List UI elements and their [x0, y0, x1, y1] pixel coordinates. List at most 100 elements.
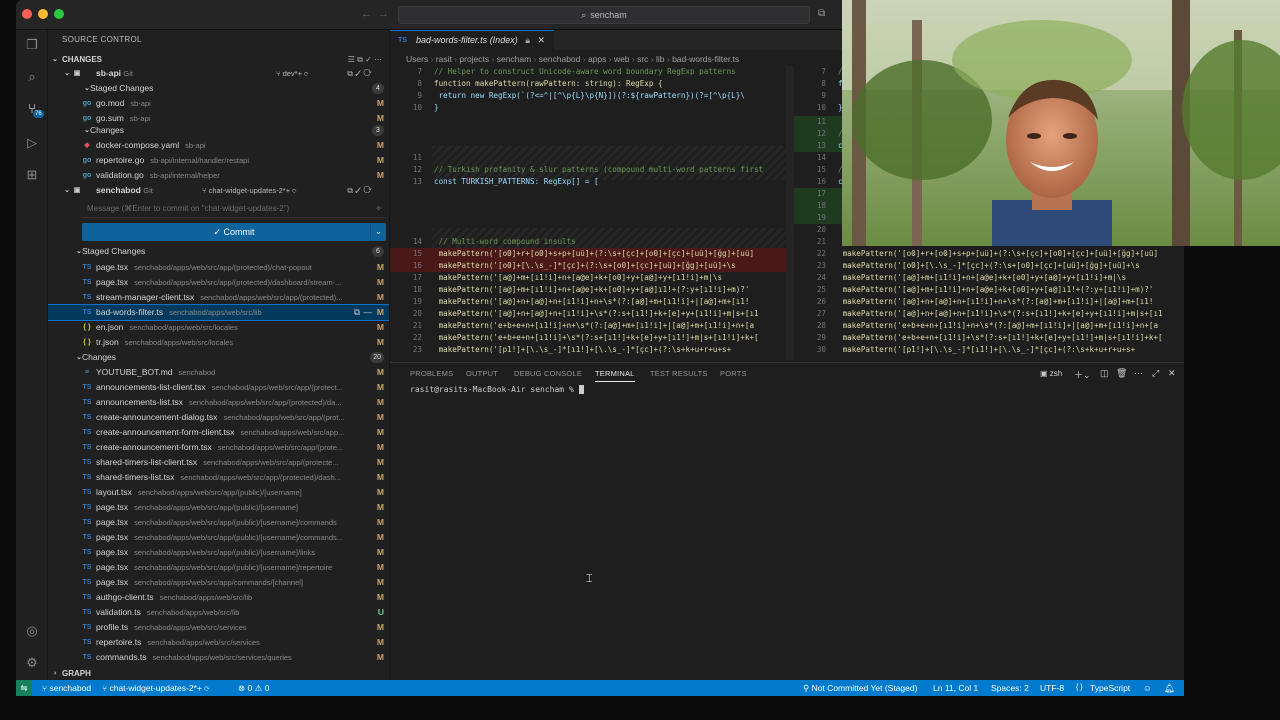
file-row[interactable]: TS bad-words-filter.ts senchabod/apps/web… [48, 304, 389, 321]
tab-output[interactable]: OUTPUT [466, 369, 498, 378]
sync-icon[interactable]: ⟳ [204, 683, 209, 693]
breadcrumb-item[interactable]: Users [406, 54, 428, 64]
more-icon[interactable]: ⋯ [1134, 368, 1143, 379]
changes-section-header[interactable]: ⌄ CHANGES ☰ ⧉ ✓ ⋯ [48, 52, 389, 67]
file-row[interactable]: TS profile.ts senchabod/apps/web/src/serv… [48, 620, 389, 635]
git-blame[interactable]: ⚲ Not Committed Yet (Staged) [803, 680, 917, 696]
unstage-icon[interactable]: — [364, 305, 373, 320]
breadcrumb-item[interactable]: apps [588, 54, 606, 64]
section-header[interactable]: ⌄ Staged Changes 4 [48, 81, 389, 96]
extensions-icon[interactable]: ⊞ [23, 166, 41, 184]
forward-arrow-icon[interactable]: → [378, 8, 389, 20]
minimize-window-button[interactable] [38, 9, 48, 19]
close-panel-icon[interactable]: ✕ [1168, 368, 1176, 379]
file-row[interactable]: TS repertoire.ts senchabod/apps/web/src/s… [48, 635, 389, 650]
file-row[interactable]: TS stream-manager-client.tsx senchabod/ap… [48, 290, 389, 305]
tab-bad-words-filter[interactable]: TS bad-words-filter.ts (Index) 🔒︎ ✕ [390, 30, 554, 50]
settings-gear-icon[interactable]: ⚙ [23, 654, 41, 672]
breadcrumb-item[interactable]: rasit [436, 54, 452, 64]
tab-terminal[interactable]: TERMINAL [595, 369, 635, 382]
breadcrumb-item[interactable]: lib [656, 54, 665, 64]
file-row[interactable]: TS announcements-list.tsx senchabod/apps/… [48, 395, 389, 410]
section-header[interactable]: ⌄ Staged Changes 6 [48, 244, 389, 259]
file-row[interactable]: TS announcements-list-client.tsx senchabo… [48, 380, 389, 395]
tab-test-results[interactable]: TEST RESULTS [650, 369, 708, 378]
repo-branch[interactable]: ⑂ dev*+ ⟳ [276, 66, 309, 81]
file-row[interactable]: TS page.tsx senchabod/apps/web/src/app/(p… [48, 500, 389, 515]
command-center-search[interactable]: ⌕ sencham [398, 6, 810, 24]
encoding[interactable]: UTF-8 [1040, 680, 1064, 696]
file-row[interactable]: TS validation.ts senchabod/apps/web/src/l… [48, 605, 389, 620]
maximize-window-button[interactable] [54, 9, 64, 19]
account-icon[interactable]: ◎ [23, 622, 41, 640]
language-mode[interactable]: TypeScript [1090, 680, 1130, 696]
braces-icon[interactable]: { } [1076, 680, 1083, 696]
new-terminal-icon[interactable]: ＋⌄ [1074, 368, 1091, 381]
open-file-icon[interactable]: ⧉ [354, 305, 360, 320]
problems-indicator[interactable]: ⊗ 0 ⚠ 0 [238, 680, 269, 696]
breadcrumb-item[interactable]: src [637, 54, 648, 64]
file-row[interactable]: TS commands.ts senchabod/apps/web/src/ser… [48, 650, 389, 665]
breadcrumb-item[interactable]: projects [459, 54, 489, 64]
run-debug-icon[interactable]: ▷ [23, 134, 41, 152]
search-icon[interactable]: ⌕ [23, 68, 41, 86]
breadcrumb-item[interactable]: senchabod [539, 54, 581, 64]
file-row[interactable]: ◆ docker-compose.yaml sb-api M [48, 138, 389, 153]
file-row[interactable]: go repertoire.go sb-api/internal/handler/… [48, 153, 389, 168]
sparkle-icon[interactable]: ✧ [375, 200, 382, 218]
maximize-panel-icon[interactable]: ⤢ [1152, 368, 1159, 379]
close-window-button[interactable] [22, 9, 32, 19]
file-row[interactable]: TS authgo-client.ts senchabod/apps/web/sr… [48, 590, 389, 605]
tab-ports[interactable]: PORTS [720, 369, 747, 378]
repo-row-senchabod[interactable]: ⌄ ▣ senchabod Git ⑂ chat-widget-updates-… [48, 183, 389, 198]
breadcrumb-item[interactable]: sencham [497, 54, 532, 64]
file-row[interactable]: TS create-announcement-form-client.tsx se… [48, 425, 389, 440]
copilot-status-icon[interactable]: ☺ [1143, 680, 1152, 696]
back-arrow-icon[interactable]: ← [361, 8, 372, 20]
explorer-icon[interactable]: ❐ [23, 36, 41, 54]
toolbar-icons[interactable]: ☰ ⧉ ✓ ⋯ [348, 52, 382, 67]
commit-dropdown-chevron-icon[interactable]: ⌄ [370, 223, 386, 241]
file-row[interactable]: go validation.go sb-api/internal/helper M [48, 168, 389, 183]
file-row[interactable]: TS page.tsx senchabod/apps/web/src/app/(p… [48, 530, 389, 545]
file-row[interactable]: TS page.tsx senchabod/apps/web/src/app/(p… [48, 260, 389, 275]
repo-actions-icons[interactable]: ⧉ ✓ ⟳ [347, 66, 372, 81]
breadcrumb-item[interactable]: bad-words-filter.ts [672, 54, 739, 64]
tab-debug-console[interactable]: DEBUG CONSOLE [514, 369, 582, 378]
trash-icon[interactable]: 🗑︎ [1116, 368, 1127, 379]
file-row[interactable]: TS create-announcement-form.tsx senchabod… [48, 440, 389, 455]
file-row[interactable]: TS page.tsx senchabod/apps/web/src/app/(p… [48, 560, 389, 575]
source-control-icon[interactable]: ⑂ 76 [23, 100, 44, 118]
file-row[interactable]: TS layout.tsx senchabod/apps/web/src/app/… [48, 485, 389, 500]
copilot-icon[interactable]: ⧉ [818, 8, 825, 19]
cursor-position[interactable]: Ln 11, Col 1 [933, 680, 978, 696]
file-row[interactable]: TS shared-timers-list.tsx senchabod/apps/… [48, 470, 389, 485]
section-header[interactable]: ⌄ Changes 20 [48, 350, 389, 365]
file-row[interactable]: TS page.tsx senchabod/apps/web/src/app/co… [48, 575, 389, 590]
terminal-output[interactable]: rasit@rasits-MacBook-Air sencham % [410, 385, 584, 394]
remote-icon[interactable]: ⇋ [16, 680, 32, 696]
split-terminal-icon[interactable]: ◫ [1100, 368, 1109, 379]
section-header[interactable]: ⌄ Changes 3 [48, 123, 389, 138]
file-row[interactable]: TS page.tsx senchabod/apps/web/src/app/(p… [48, 545, 389, 560]
file-row[interactable]: TS page.tsx senchabod/apps/web/src/app/(p… [48, 515, 389, 530]
diff-scrollbar[interactable] [786, 66, 794, 360]
commit-button[interactable]: ✓ Commit ⌄ [82, 223, 386, 241]
close-tab-icon[interactable]: ✕ [538, 35, 546, 45]
commit-message-input[interactable]: Message (⌘Enter to commit on "chat-widge… [82, 200, 386, 218]
diff-original-pane[interactable]: 7 // Helper to construct Unicode-aware wo… [390, 66, 786, 360]
file-row[interactable]: { } en.json senchabod/apps/web/src/locale… [48, 320, 389, 335]
repo-branch[interactable]: ⑂ chat-widget-updates-2*+ ⟳ [202, 183, 297, 198]
repo-actions-icons[interactable]: ⧉ ✓ ⟳ [347, 183, 372, 198]
breadcrumb-item[interactable]: web [614, 54, 630, 64]
repo-indicator[interactable]: ⑂ senchabod [42, 680, 91, 696]
graph-section-header[interactable]: › GRAPH [48, 666, 389, 680]
file-row[interactable]: TS page.tsx senchabod/apps/web/src/app/(p… [48, 275, 389, 290]
repo-row-sb-api[interactable]: ⌄ ▣ sb-api Git ⑂ dev*+ ⟳ ⧉ ✓ ⟳ [48, 66, 389, 81]
indentation[interactable]: Spaces: 2 [991, 680, 1029, 696]
file-row[interactable]: go go.mod sb-api M [48, 96, 389, 111]
file-row[interactable]: TS shared-timers-list-client.tsx senchabo… [48, 455, 389, 470]
file-row[interactable]: ≡ YOUTUBE_BOT.md senchabod M [48, 365, 389, 380]
terminal-shell-label[interactable]: ▣ zsh [1040, 369, 1062, 378]
notifications-bell-icon[interactable]: 🔔︎ [1164, 680, 1175, 696]
